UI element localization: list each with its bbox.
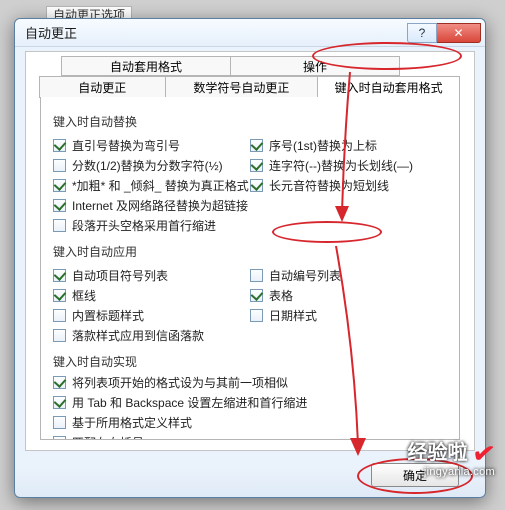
tab-row-1: 自动套用格式 操作	[62, 56, 400, 76]
close-button[interactable]: ✕	[437, 23, 481, 43]
checkbox-label: 匹配左右括号	[72, 434, 144, 440]
checkbox[interactable]	[53, 219, 66, 232]
checkbox[interactable]	[53, 269, 66, 282]
checkbox-label: 将列表项开始的格式设为与其前一项相似	[72, 374, 288, 391]
checkbox-label: 落款样式应用到信函落款	[72, 327, 204, 344]
tab-autocorrect[interactable]: 自动更正	[39, 76, 166, 98]
checkbox-label: 连字符(--)替换为长划线(—)	[269, 157, 413, 174]
checkbox[interactable]	[53, 199, 66, 212]
section-replace-head: 键入时自动替换	[53, 113, 447, 130]
checkbox[interactable]	[53, 159, 66, 172]
checkbox[interactable]	[53, 139, 66, 152]
title-bar: 自动更正 ? ✕	[15, 19, 485, 47]
apply-left-col: 自动项目符号列表 框线 内置标题样式 落款样式应用到信函落款	[53, 264, 250, 347]
tab-row-2: 自动更正 数学符号自动更正 键入时自动套用格式	[40, 76, 460, 98]
checkbox-label: 日期样式	[269, 307, 317, 324]
replace-left-col: 直引号替换为弯引号 分数(1/2)替换为分数字符(½) *加粗* 和 _倾斜_ …	[53, 134, 250, 237]
checkbox[interactable]	[53, 436, 66, 440]
help-button[interactable]: ?	[407, 23, 437, 43]
checkbox-label: 内置标题样式	[72, 307, 144, 324]
tab-panel: 键入时自动替换 直引号替换为弯引号 分数(1/2)替换为分数字符(½) *加粗*…	[40, 97, 460, 440]
ok-button-wrap: 确定	[371, 463, 459, 487]
section-auto-head: 键入时自动实现	[53, 353, 447, 370]
dialog-title: 自动更正	[25, 23, 77, 42]
checkbox-label: 直引号替换为弯引号	[72, 137, 180, 154]
checkbox-label: 段落开头空格采用首行缩进	[72, 217, 216, 234]
checkbox-label: Internet 及网络路径替换为超链接	[72, 197, 248, 214]
checkbox-label: 分数(1/2)替换为分数字符(½)	[72, 157, 223, 174]
checkbox-label: 序号(1st)替换为上标	[269, 137, 377, 154]
apply-right-col: 自动编号列表 表格 日期样式	[250, 264, 447, 347]
checkbox-label: 自动项目符号列表	[72, 267, 168, 284]
checkbox[interactable]	[250, 289, 263, 302]
tab-math-autocorrect[interactable]: 数学符号自动更正	[165, 76, 319, 98]
ok-button[interactable]: 确定	[371, 463, 459, 487]
tab-autoformat-as-type[interactable]: 键入时自动套用格式	[317, 76, 460, 98]
tab-actions[interactable]: 操作	[230, 56, 400, 76]
checkbox[interactable]	[53, 329, 66, 342]
checkbox[interactable]	[250, 139, 263, 152]
checkbox-label: 长元音符替换为短划线	[269, 177, 389, 194]
checkbox[interactable]	[53, 396, 66, 409]
window-buttons: ? ✕	[407, 23, 481, 43]
checkbox[interactable]	[250, 179, 263, 192]
checkbox[interactable]	[53, 416, 66, 429]
checkbox[interactable]	[250, 159, 263, 172]
checkbox-label: 用 Tab 和 Backspace 设置左缩进和首行缩进	[72, 394, 307, 411]
checkbox-label: 自动编号列表	[269, 267, 341, 284]
checkbox-label: 基于所用格式定义样式	[72, 414, 192, 431]
replace-right-col: 序号(1st)替换为上标 连字符(--)替换为长划线(—) 长元音符替换为短划线	[250, 134, 447, 237]
checkbox-label: 表格	[269, 287, 293, 304]
checkbox[interactable]	[53, 309, 66, 322]
checkbox[interactable]	[250, 309, 263, 322]
tab-autoformat[interactable]: 自动套用格式	[61, 56, 231, 76]
checkbox[interactable]	[53, 289, 66, 302]
checkbox[interactable]	[53, 179, 66, 192]
checkbox-label: *加粗* 和 _倾斜_ 替换为真正格式	[72, 177, 249, 194]
checkbox-auto-number[interactable]	[250, 269, 263, 282]
autocorrect-dialog: 自动更正 ? ✕ 自动套用格式 操作 自动更正 数学符号自动更正 键入时自动套用…	[14, 18, 486, 498]
section-apply-head: 键入时自动应用	[53, 243, 447, 260]
dialog-content: 自动套用格式 操作 自动更正 数学符号自动更正 键入时自动套用格式 键入时自动替…	[25, 51, 475, 451]
checkbox[interactable]	[53, 376, 66, 389]
checkbox-label: 框线	[72, 287, 96, 304]
